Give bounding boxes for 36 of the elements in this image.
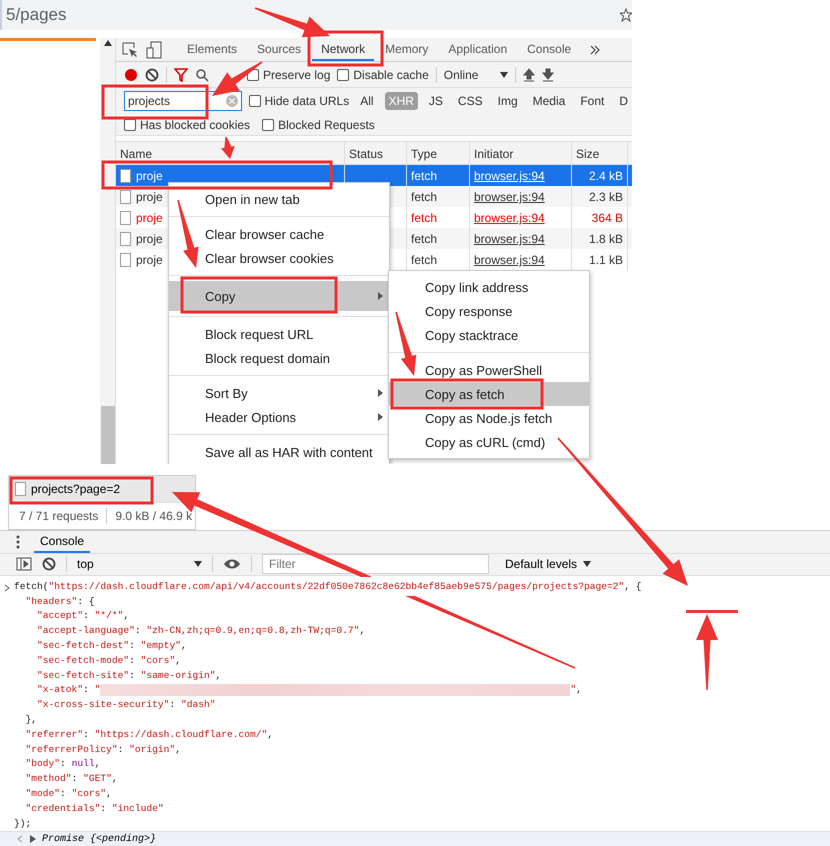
code-line: }, — [24, 712, 38, 727]
request-name: proje — [136, 232, 163, 246]
code-line: "mode": "cors", — [24, 786, 112, 801]
code-line: "x-atok": " ", — [36, 683, 582, 698]
request-name: proje — [136, 253, 163, 267]
code-line: "headers": { — [24, 594, 95, 609]
code-line: }); — [14, 816, 32, 830]
code-line: "method": "GET", — [24, 772, 118, 786]
type-text: fetch — [411, 232, 438, 246]
size-text: 1.1 kB — [588, 253, 623, 267]
request-name: proje — [136, 190, 163, 204]
code-line: "credentials": "include" — [24, 802, 164, 816]
code-line: "sec-fetch-site": "same-origin", — [36, 668, 222, 683]
request-name: proje — [136, 211, 163, 225]
size-text: 2.4 kB — [588, 169, 623, 183]
code-line: "referrer": "https://dash.cloudflare.com/", — [24, 728, 274, 742]
code-line: "sec-fetch-dest": "empty", — [36, 638, 187, 653]
result-text: Promise {<pending>} — [42, 834, 156, 845]
code-line: "accept": "*/*", — [36, 609, 130, 624]
size-text: 1.8 kB — [588, 232, 623, 246]
code-line: "accept-language": "zh-CN,zh;q=0.9,en;q=0.8,zh-TW;q=0.7", — [36, 624, 366, 638]
type-text: fetch — [411, 253, 438, 267]
size-text: 2.3 kB — [588, 190, 623, 204]
code-line: "body": null, — [24, 757, 100, 772]
request-count: 7 / 71 requests — [19, 509, 98, 523]
code-line: "sec-fetch-mode": "cors", — [36, 654, 181, 668]
type-text: fetch — [411, 190, 438, 204]
code-line: fetch("https://dash.cloudflare.com/api/v4/accounts/22df050e7862c8e62bb4ef85aeb9e575/pages/projects?page=2", { — [14, 580, 642, 594]
url-text: 5/pages — [6, 5, 66, 25]
code-line: "x-cross-site-security": "dash" — [36, 698, 216, 712]
transferred-size: 9.0 kB / 46.9 k — [115, 509, 192, 523]
request-name: proje — [136, 169, 163, 183]
size-text: 364 B — [592, 211, 623, 225]
code-line: "referrerPolicy": "origin", — [24, 742, 181, 757]
type-text: fetch — [411, 169, 438, 183]
type-text: fetch — [411, 211, 438, 225]
